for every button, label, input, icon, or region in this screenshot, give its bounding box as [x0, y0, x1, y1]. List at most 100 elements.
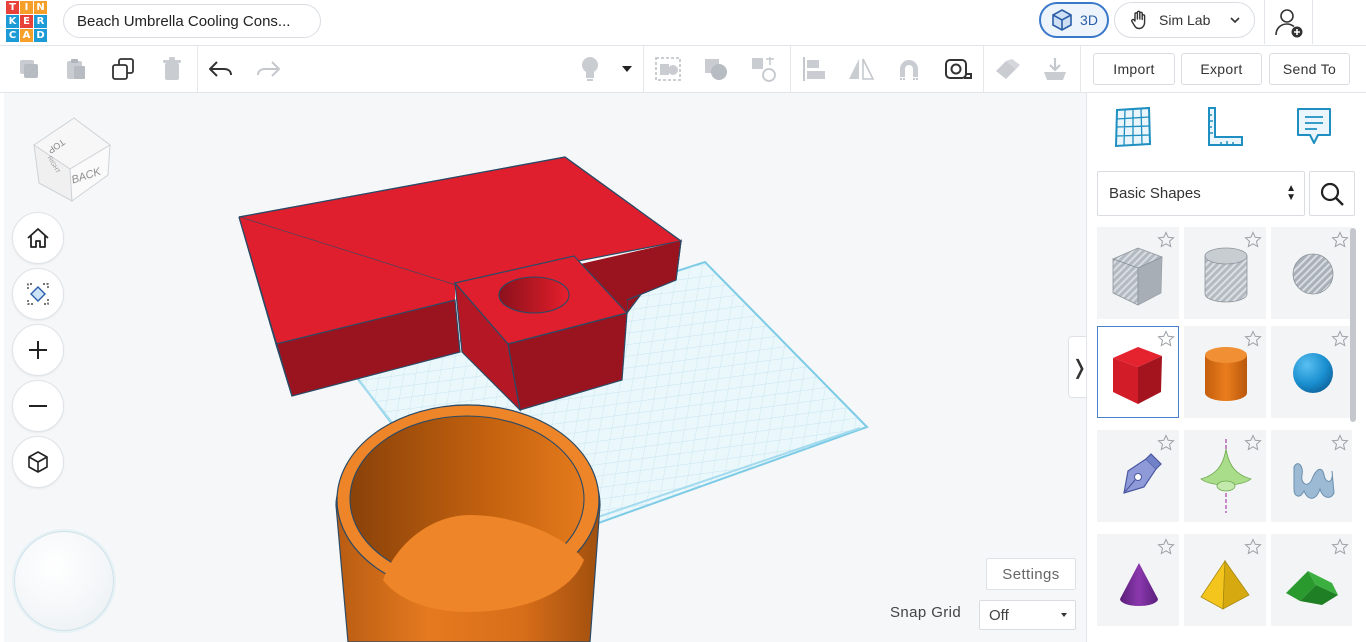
- caret-down-icon: [1061, 613, 1067, 617]
- duplicate-button[interactable]: [106, 52, 140, 86]
- note-icon: [1297, 108, 1331, 144]
- orange-cylinder-shape[interactable]: [335, 404, 601, 642]
- updown-icon: ▲ ▼: [1286, 183, 1296, 203]
- fit-view-icon: [27, 283, 49, 305]
- workplane-canvas[interactable]: TOP BACK RIGHT Settings Snap Grid Off: [4, 93, 1086, 642]
- lightbulb-icon: [582, 57, 598, 81]
- duplicate-icon: [112, 58, 134, 80]
- panel-scrollbar[interactable]: [1350, 228, 1356, 422]
- ruler-button[interactable]: [941, 52, 975, 86]
- group-button[interactable]: [699, 52, 733, 86]
- settings-button[interactable]: Settings: [986, 558, 1076, 590]
- mirror-button[interactable]: [844, 52, 878, 86]
- star-icon[interactable]: [1157, 330, 1175, 348]
- star-icon[interactable]: [1331, 434, 1349, 452]
- zoom-in-button[interactable]: [12, 324, 64, 376]
- fit-all-button[interactable]: [12, 268, 64, 320]
- shapes-panel: Basic Shapes ▲ ▼: [1086, 93, 1366, 642]
- user-add-icon: [1275, 9, 1303, 38]
- cruise-button[interactable]: [892, 52, 926, 86]
- notes-button[interactable]: [573, 52, 607, 86]
- tinkercad-editor: T I N K E R C A D Beach Umbrella Cooling…: [0, 0, 1366, 642]
- star-icon[interactable]: [1244, 538, 1262, 556]
- send-to-button[interactable]: Send To: [1269, 53, 1350, 85]
- shape-tile-sphere[interactable]: [1271, 326, 1352, 418]
- plus-icon: [29, 341, 47, 359]
- notes-dropdown-button[interactable]: [612, 52, 642, 86]
- paste-icon: [67, 59, 85, 79]
- group-icon: [705, 59, 727, 80]
- shape-tile-box-hole[interactable]: [1097, 227, 1179, 319]
- shape-tile-paraboloid[interactable]: [1184, 430, 1266, 522]
- workplane-tool-button[interactable]: [1109, 103, 1157, 151]
- sim-lab-label: Sim Lab: [1159, 12, 1211, 28]
- undo-button[interactable]: [204, 52, 238, 86]
- sim-lab-button[interactable]: Sim Lab: [1114, 2, 1255, 38]
- eraser-icon: [996, 59, 1020, 79]
- star-icon[interactable]: [1331, 231, 1349, 249]
- shape-tile-roof[interactable]: [1271, 534, 1352, 626]
- snap-grid-label: Snap Grid: [890, 604, 962, 621]
- star-icon[interactable]: [1331, 538, 1349, 556]
- shape-tile-cylinder[interactable]: [1184, 326, 1266, 418]
- shape-category-select[interactable]: Basic Shapes ▲ ▼: [1097, 171, 1305, 216]
- shape-tile-box[interactable]: [1097, 326, 1179, 418]
- view-3d-button[interactable]: 3D: [1039, 2, 1109, 38]
- star-icon[interactable]: [1244, 434, 1262, 452]
- logo-letter: A: [20, 29, 33, 42]
- star-icon[interactable]: [1157, 434, 1175, 452]
- ungroup-button[interactable]: [747, 52, 781, 86]
- logo-letter: T: [6, 1, 19, 14]
- star-icon[interactable]: [1157, 538, 1175, 556]
- perspective-button[interactable]: [12, 436, 64, 488]
- align-button[interactable]: [797, 52, 831, 86]
- zoom-out-button[interactable]: [12, 380, 64, 432]
- view-3d-label: 3D: [1080, 12, 1098, 28]
- tinkercad-logo[interactable]: T I N K E R C A D: [6, 0, 50, 44]
- paste-button[interactable]: [59, 52, 93, 86]
- divider: [197, 46, 198, 92]
- orbit-joystick[interactable]: [14, 531, 114, 631]
- show-all-button[interactable]: [651, 52, 685, 86]
- copy-icon: [20, 60, 38, 78]
- copy-button[interactable]: [12, 52, 46, 86]
- shape-tile-cylinder-hole[interactable]: [1184, 227, 1266, 319]
- star-icon[interactable]: [1157, 231, 1175, 249]
- home-view-button[interactable]: [12, 212, 64, 264]
- delete-button[interactable]: [155, 52, 189, 86]
- measure-button[interactable]: [990, 52, 1024, 86]
- snap-grid-value: Off: [989, 606, 1009, 624]
- design-title-field[interactable]: Beach Umbrella Cooling Cons...: [63, 4, 321, 38]
- divider: [1264, 0, 1265, 44]
- add-user-button[interactable]: [1270, 4, 1308, 42]
- scene-3d[interactable]: [4, 93, 1086, 642]
- shape-tile-sphere-hole[interactable]: [1271, 227, 1352, 319]
- settings-label: Settings: [1002, 565, 1060, 583]
- mirror-icon: [849, 58, 875, 80]
- search-icon: [1320, 182, 1344, 206]
- star-icon[interactable]: [1244, 330, 1262, 348]
- export-button[interactable]: Export: [1181, 53, 1262, 85]
- notes-tool-button[interactable]: [1290, 103, 1338, 151]
- trash-icon: [163, 57, 181, 80]
- divider: [1080, 46, 1081, 92]
- star-icon[interactable]: [1244, 231, 1262, 249]
- magnet-icon: [900, 60, 918, 80]
- redo-button[interactable]: [251, 52, 285, 86]
- snap-grid-select[interactable]: Off: [979, 600, 1076, 630]
- shape-tile-cone[interactable]: [1097, 534, 1179, 626]
- show-all-icon: [655, 57, 681, 81]
- import-button[interactable]: Import: [1093, 53, 1175, 85]
- search-shapes-button[interactable]: [1309, 171, 1355, 216]
- shape-tile-pyramid[interactable]: [1184, 534, 1266, 626]
- shape-tile-scribble[interactable]: [1097, 430, 1179, 522]
- view-cube[interactable]: TOP BACK RIGHT: [26, 111, 116, 206]
- star-icon[interactable]: [1331, 330, 1349, 348]
- ruler-tool-button[interactable]: [1199, 103, 1247, 151]
- import-shape-button[interactable]: [1038, 52, 1072, 86]
- send-to-label: Send To: [1282, 61, 1337, 77]
- redo-icon: [257, 61, 280, 77]
- ruler-icon: [1208, 107, 1243, 146]
- logo-letter: D: [34, 29, 47, 42]
- shape-tile-text[interactable]: [1271, 430, 1352, 522]
